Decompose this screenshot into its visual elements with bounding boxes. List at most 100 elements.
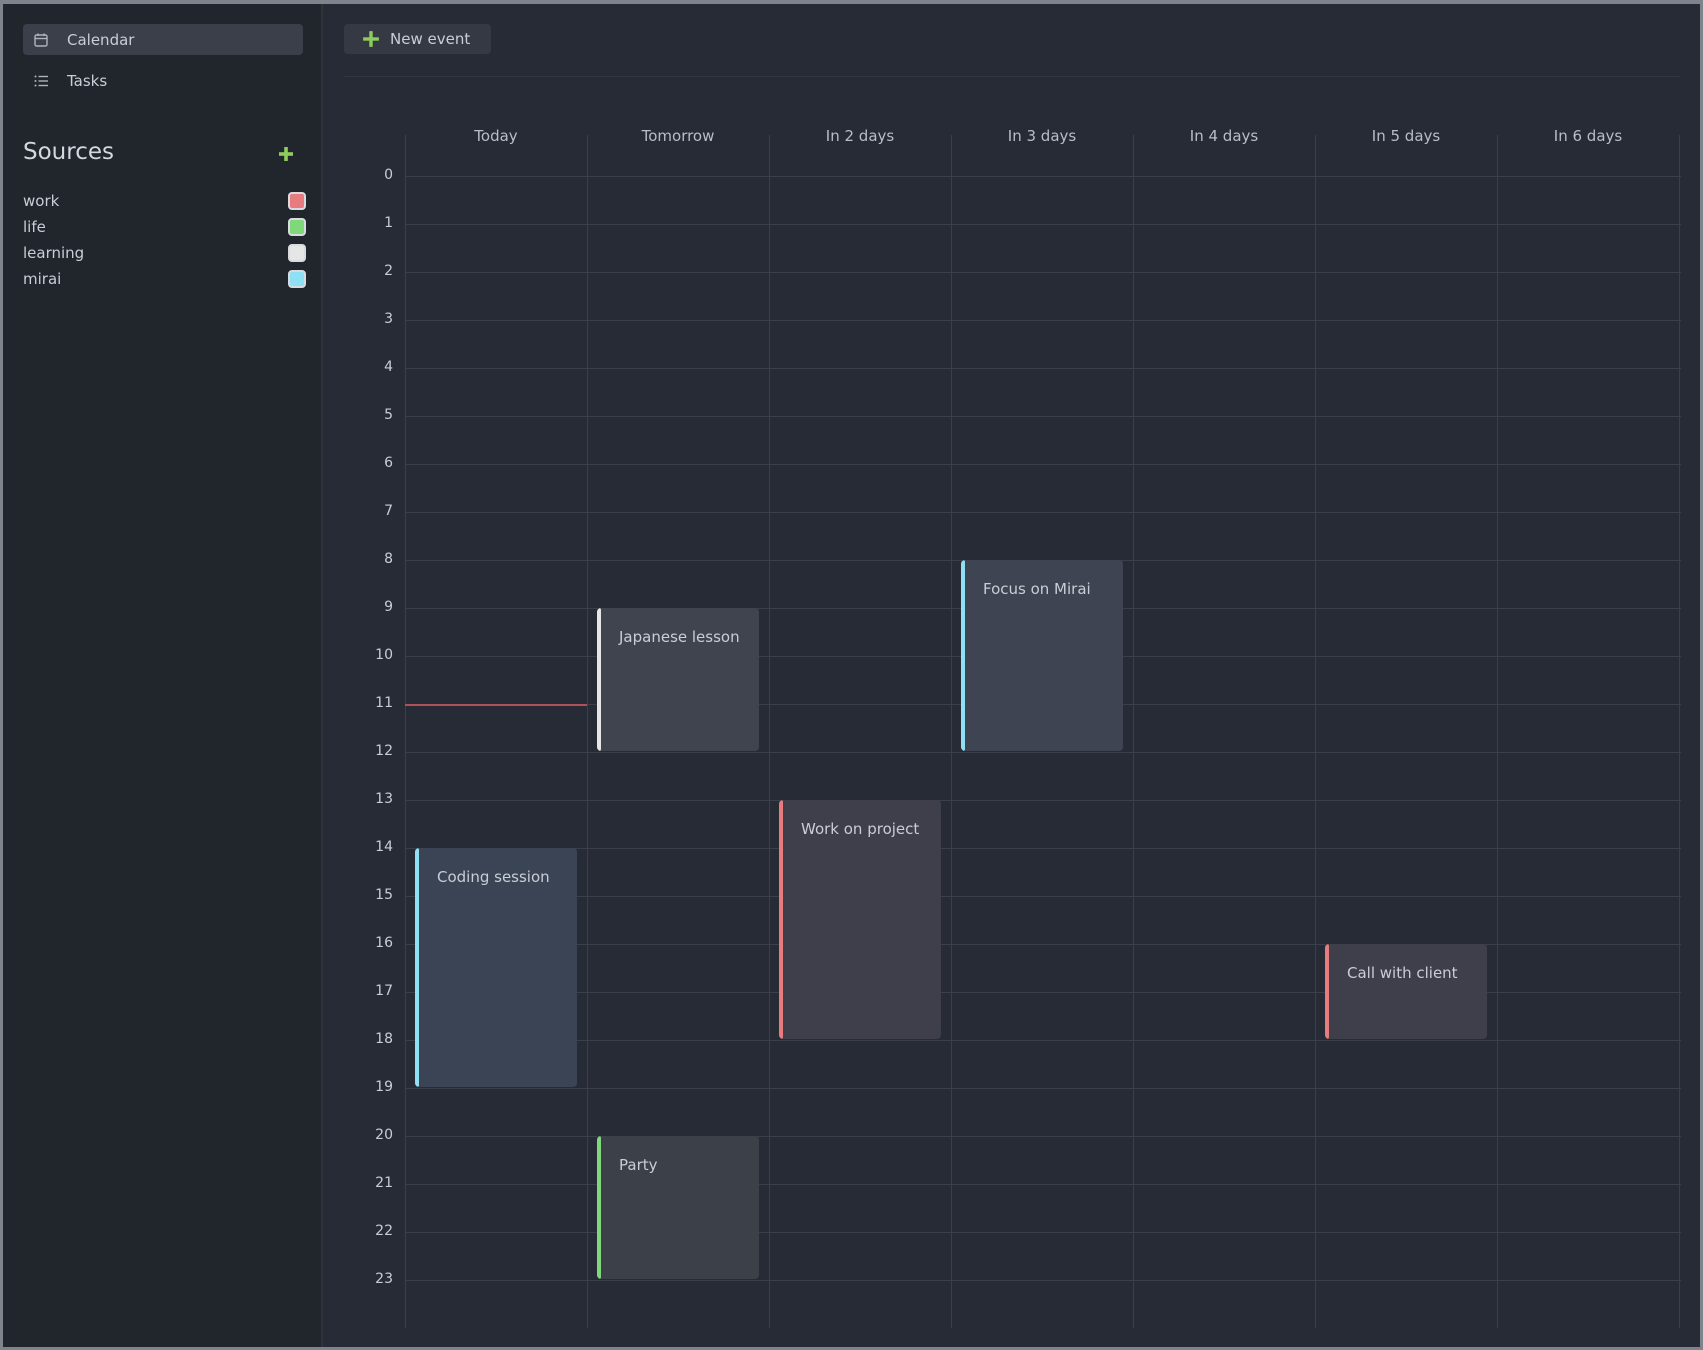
day-header: In 2 days bbox=[825, 127, 895, 145]
source-color-swatch[interactable] bbox=[288, 270, 306, 288]
hour-label: 21 bbox=[375, 1175, 393, 1191]
calendar-event[interactable]: Work on project bbox=[779, 800, 941, 1039]
event-source-stripe bbox=[961, 560, 965, 751]
hour-label: 19 bbox=[375, 1079, 393, 1095]
event-source-stripe bbox=[779, 800, 783, 1039]
hour-gridline bbox=[405, 848, 1681, 849]
hour-gridline bbox=[405, 800, 1681, 801]
calendar-event[interactable]: Japanese lesson bbox=[597, 608, 759, 751]
event-title: Coding session bbox=[437, 868, 550, 886]
current-time-indicator bbox=[405, 704, 587, 706]
source-name: mirai bbox=[23, 270, 62, 288]
source-item-work[interactable]: work bbox=[23, 190, 306, 212]
hour-label: 17 bbox=[375, 983, 393, 999]
source-name: life bbox=[23, 218, 46, 236]
day-column-divider bbox=[1679, 135, 1680, 1328]
calendar-event[interactable]: Party bbox=[597, 1136, 759, 1279]
hour-gridline bbox=[405, 320, 1681, 321]
new-event-label: New event bbox=[390, 30, 471, 48]
hour-label: 0 bbox=[384, 167, 393, 183]
event-source-stripe bbox=[597, 1136, 601, 1279]
event-title: Call with client bbox=[1347, 964, 1458, 982]
event-title: Japanese lesson bbox=[619, 628, 740, 646]
source-color-swatch[interactable] bbox=[288, 244, 306, 262]
day-header: In 4 days bbox=[1189, 127, 1259, 145]
event-title: Party bbox=[619, 1156, 658, 1174]
hour-gridline bbox=[405, 896, 1681, 897]
hour-gridline bbox=[405, 416, 1681, 417]
day-column-divider bbox=[951, 135, 952, 1328]
toolbar-divider bbox=[344, 76, 1680, 77]
source-color-swatch[interactable] bbox=[288, 192, 306, 210]
hour-gridline bbox=[405, 752, 1681, 753]
hour-label: 23 bbox=[375, 1271, 393, 1287]
event-title: Work on project bbox=[801, 820, 920, 838]
hour-gridline bbox=[405, 176, 1681, 177]
hour-gridline bbox=[405, 512, 1681, 513]
calendar-event[interactable]: Coding session bbox=[415, 848, 577, 1087]
hour-label: 12 bbox=[375, 743, 393, 759]
day-header: Tomorrow bbox=[641, 127, 715, 145]
source-item-learning[interactable]: learning bbox=[23, 242, 306, 264]
nav-item-calendar[interactable]: Calendar bbox=[23, 24, 303, 55]
hour-label: 10 bbox=[375, 647, 393, 663]
day-column-divider bbox=[1133, 135, 1134, 1328]
hour-gridline bbox=[405, 368, 1681, 369]
hour-label: 16 bbox=[375, 935, 393, 951]
calendar-event[interactable]: Focus on Mirai bbox=[961, 560, 1123, 751]
hour-label: 2 bbox=[384, 263, 393, 279]
plus-icon bbox=[362, 30, 380, 48]
event-source-stripe bbox=[597, 608, 601, 751]
hour-gridline bbox=[405, 992, 1681, 993]
nav-item-label: Tasks bbox=[67, 71, 108, 90]
hour-label: 14 bbox=[375, 839, 393, 855]
day-column-divider bbox=[587, 135, 588, 1328]
day-column-divider bbox=[769, 135, 770, 1328]
hour-label: 22 bbox=[375, 1223, 393, 1239]
hour-label: 3 bbox=[384, 311, 393, 327]
hour-label: 8 bbox=[384, 551, 393, 567]
sidebar: Calendar Tasks Sources work life learnin… bbox=[3, 4, 323, 1347]
source-item-life[interactable]: life bbox=[23, 216, 306, 238]
source-item-mirai[interactable]: mirai bbox=[23, 268, 306, 290]
nav-item-tasks[interactable]: Tasks bbox=[23, 65, 303, 96]
hour-label: 6 bbox=[384, 455, 393, 471]
hour-gridline bbox=[405, 944, 1681, 945]
day-header: Today bbox=[474, 127, 518, 145]
hour-gridline bbox=[405, 464, 1681, 465]
sources-title: Sources bbox=[23, 139, 114, 165]
add-source-button[interactable] bbox=[278, 146, 294, 162]
app-window: Calendar Tasks Sources work life learnin… bbox=[3, 4, 1700, 1347]
nav-item-label: Calendar bbox=[67, 30, 135, 49]
plus-icon bbox=[279, 147, 293, 161]
day-column-divider bbox=[405, 135, 406, 1328]
source-color-swatch[interactable] bbox=[288, 218, 306, 236]
hour-label: 4 bbox=[384, 359, 393, 375]
source-name: work bbox=[23, 192, 60, 210]
hour-gridline bbox=[405, 272, 1681, 273]
hour-gridline bbox=[405, 1088, 1681, 1089]
list-icon bbox=[31, 71, 51, 91]
source-name: learning bbox=[23, 244, 85, 262]
hour-label: 18 bbox=[375, 1031, 393, 1047]
day-header: In 6 days bbox=[1553, 127, 1623, 145]
hour-label: 20 bbox=[375, 1127, 393, 1143]
day-column-divider bbox=[1315, 135, 1316, 1328]
calendar-icon bbox=[31, 30, 51, 50]
event-source-stripe bbox=[415, 848, 419, 1087]
hour-label: 11 bbox=[375, 695, 393, 711]
hour-gridline bbox=[405, 1280, 1681, 1281]
event-title: Focus on Mirai bbox=[983, 580, 1091, 598]
day-column-divider bbox=[1497, 135, 1498, 1328]
hour-label: 1 bbox=[384, 215, 393, 231]
day-header: In 5 days bbox=[1371, 127, 1441, 145]
hour-label: 15 bbox=[375, 887, 393, 903]
hour-label: 13 bbox=[375, 791, 393, 807]
calendar-event[interactable]: Call with client bbox=[1325, 944, 1487, 1039]
new-event-button[interactable]: New event bbox=[344, 24, 492, 54]
event-source-stripe bbox=[1325, 944, 1329, 1039]
hour-label: 9 bbox=[384, 599, 393, 615]
hour-label: 5 bbox=[384, 407, 393, 423]
day-header: In 3 days bbox=[1007, 127, 1077, 145]
hour-label: 7 bbox=[384, 503, 393, 519]
